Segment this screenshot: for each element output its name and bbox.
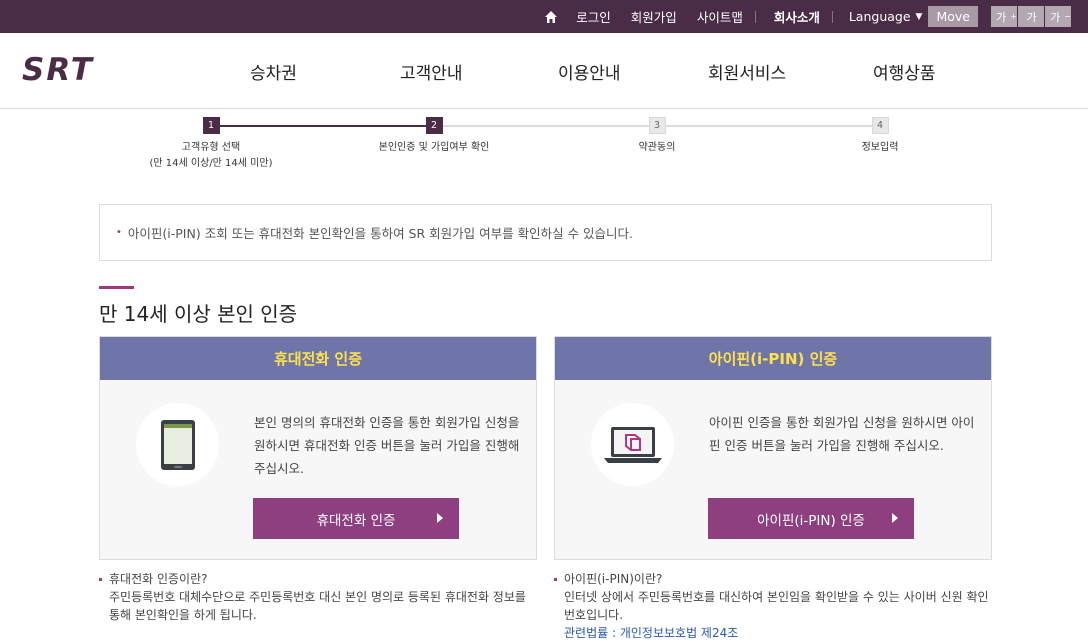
nav-travel-products[interactable]: 여행상품 — [873, 59, 936, 84]
mobile-auth-card: 휴대전화 인증 본인 명의의 휴대전화 인증을 통한 회원가입 신청을 원하시면… — [99, 336, 537, 560]
mobile-auth-button[interactable]: 휴대전화 인증 — [253, 498, 459, 539]
notice-box: • 아이핀(i-PIN) 조회 또는 휴대전화 본인확인을 통하여 SR 회원가… — [99, 204, 992, 261]
section-title: 만 14세 이상 본인 인증 — [99, 302, 298, 326]
card-description: 아이핀 인증을 통한 회원가입 신청을 원하시면 아이핀 인증 버튼을 눌러 가… — [709, 415, 975, 453]
info-body: 인터넷 상에서 주민등록번호를 대신하여 본인임을 확인받을 수 있는 사이버 … — [564, 590, 989, 622]
nav-usage-guide[interactable]: 이용안내 — [558, 59, 621, 84]
language-select[interactable]: Language ▼ — [849, 9, 923, 24]
info-body: 주민등록번호 대체수단으로 주민등록번호 대신 본인 명의로 등록된 휴대전화 … — [109, 590, 526, 622]
arrow-right-icon — [892, 513, 898, 523]
language-label: Language — [848, 9, 911, 24]
bullet-icon: • — [116, 227, 122, 238]
step-number: 3 — [648, 117, 666, 134]
font-smaller-button[interactable]: 가 − — [1045, 6, 1071, 27]
ipin-info: 아이핀(i-PIN)이란? 인터넷 상에서 주민등록번호를 대신하여 본인임을 … — [554, 570, 994, 642]
chevron-down-icon: ▼ — [915, 11, 923, 22]
arrow-right-icon — [437, 513, 443, 523]
sitemap-link[interactable]: 사이트맵 — [697, 7, 743, 26]
signup-steps: 1 고객유형 선택 (만 14세 이상/만 14세 미만) 2 본인인증 및 가입… — [0, 117, 1088, 177]
step-number: 1 — [202, 117, 220, 134]
bullet-icon — [99, 577, 102, 581]
step-number: 2 — [425, 117, 443, 134]
signup-link[interactable]: 회원가입 — [631, 7, 677, 26]
card-description: 본인 명의의 휴대전화 인증을 통한 회원가입 신청을 원하시면 휴대전화 인증… — [254, 415, 520, 476]
button-label: 휴대전화 인증 — [316, 512, 396, 529]
laptop-icon — [591, 403, 674, 486]
step-label: 약관동의 — [638, 142, 676, 153]
step-label: 정보입력 — [861, 142, 899, 153]
svg-text:SRT: SRT — [22, 53, 95, 85]
company-link[interactable]: 회사소개 — [774, 7, 820, 26]
srt-logo[interactable]: SRT — [20, 52, 124, 88]
font-size-controls: 가 + 가 가 − — [990, 6, 1071, 27]
ipin-auth-card: 아이핀(i-PIN) 인증 아이핀 인증을 통한 회원가입 신청을 원하시면 아… — [554, 336, 992, 560]
step-1: 1 고객유형 선택 (만 14세 이상/만 14세 미만) — [111, 117, 311, 172]
utility-bar: 로그인 회원가입 사이트맵 회사소개 Language ▼ Move 가 + 가 … — [0, 0, 1088, 33]
step-2: 2 본인인증 및 가입여부 확인 — [334, 117, 534, 156]
step-sublabel: (만 14세 이상/만 14세 미만) — [149, 158, 273, 169]
step-number: 4 — [871, 117, 889, 134]
step-label: 고객유형 선택 — [181, 142, 241, 153]
main-header: SRT 승차권 고객안내 이용안내 회원서비스 여행상품 — [0, 33, 1088, 109]
home-icon[interactable] — [544, 10, 558, 24]
nav-customer-guide[interactable]: 고객안내 — [400, 59, 463, 84]
notice-text: 아이핀(i-PIN) 조회 또는 휴대전화 본인확인을 통하여 SR 회원가입 … — [127, 226, 634, 241]
step-4: 4 정보입력 — [780, 117, 980, 156]
move-button[interactable]: Move — [928, 6, 978, 27]
divider — [831, 10, 833, 23]
divider — [754, 10, 756, 23]
mobile-auth-info: 휴대전화 인증이란? 주민등록번호 대체수단으로 주민등록번호 대신 본인 명의… — [99, 570, 535, 624]
card-title: 휴대전화 인증 — [100, 337, 536, 380]
nav-member-service[interactable]: 회원서비스 — [708, 59, 786, 84]
ipin-auth-button[interactable]: 아이핀(i-PIN) 인증 — [708, 498, 914, 539]
info-title: 아이핀(i-PIN)이란? — [564, 572, 663, 586]
info-title: 휴대전화 인증이란? — [109, 572, 208, 586]
font-default-label: 가 — [1019, 6, 1044, 27]
bullet-icon — [554, 577, 557, 581]
step-label: 본인인증 및 가입여부 확인 — [378, 142, 490, 153]
step-3: 3 약관동의 — [557, 117, 757, 156]
button-label: 아이핀(i-PIN) 인증 — [757, 512, 865, 529]
section-accent-bar — [99, 286, 134, 289]
nav-tickets[interactable]: 승차권 — [250, 59, 297, 84]
font-larger-button[interactable]: 가 + — [991, 6, 1017, 27]
login-link[interactable]: 로그인 — [576, 7, 611, 26]
font-default-button[interactable]: 가 — [1018, 6, 1044, 27]
font-smaller-label: 가 — [1046, 6, 1065, 27]
card-title: 아이핀(i-PIN) 인증 — [555, 337, 991, 380]
tablet-icon — [136, 403, 219, 486]
font-larger-label: 가 — [992, 6, 1011, 27]
related-law-link[interactable]: 관련법률 : 개인정보보호법 제24조 — [554, 624, 994, 642]
